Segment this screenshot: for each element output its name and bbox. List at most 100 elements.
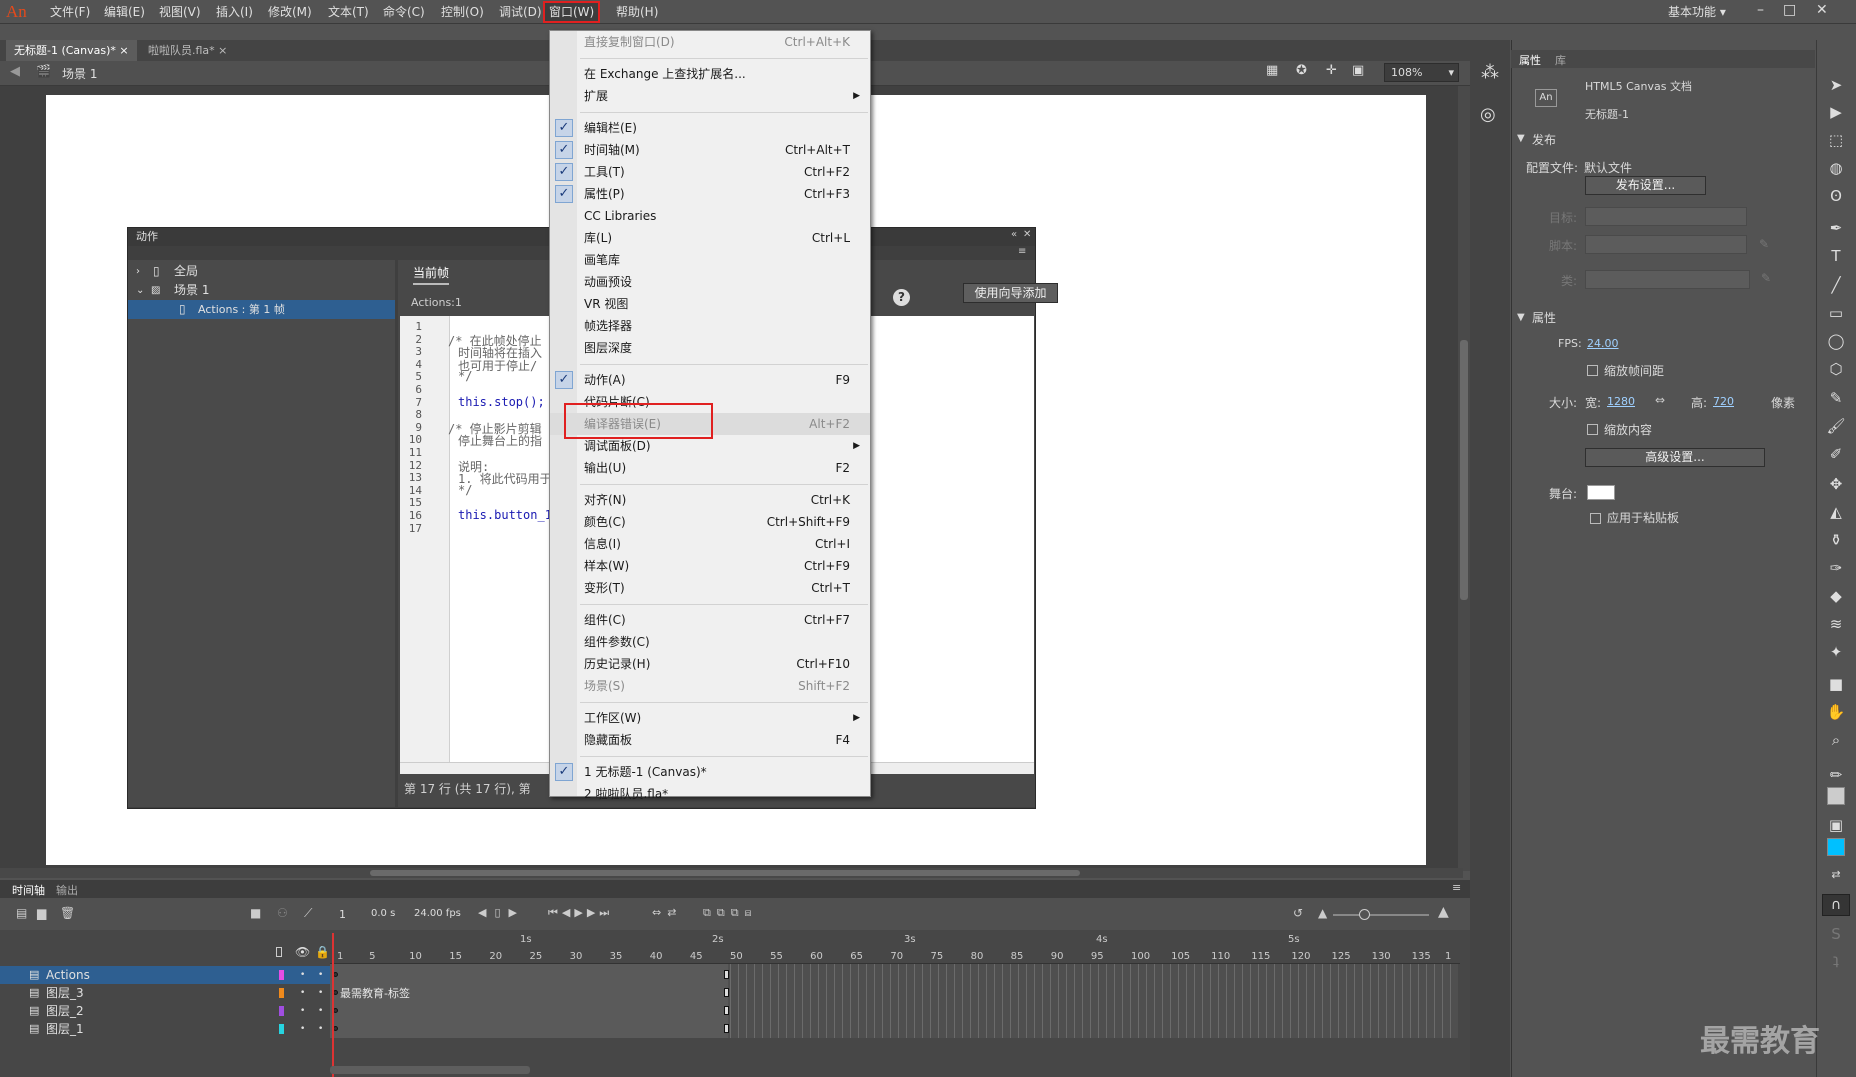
paint-bucket-icon[interactable]: ◭ — [1826, 502, 1846, 522]
timeline-layer[interactable]: ▤ 图层_1 • • — [0, 1020, 330, 1038]
back-arrow-icon[interactable]: ◀ — [10, 64, 20, 79]
menu-window[interactable]: 窗口(W) — [543, 1, 601, 23]
snap-magnet-icon[interactable]: ∩ — [1822, 894, 1850, 916]
loop-controls[interactable]: ⇔⇄ — [652, 906, 682, 919]
graph-icon[interactable]: ⟋ — [304, 906, 312, 921]
fill-color-icon[interactable]: ▣ — [1826, 815, 1846, 835]
close-icon[interactable]: × — [119, 44, 128, 57]
menu-insert[interactable]: 插入(I) — [216, 0, 253, 24]
help-icon[interactable]: ? — [893, 289, 910, 306]
menu-item[interactable]: CC Libraries — [550, 205, 870, 227]
edit-symbols-icon[interactable]: ✪ — [1296, 63, 1307, 78]
lock-dot-icon[interactable]: • — [318, 966, 323, 984]
rectangle-tool-icon[interactable]: ▭ — [1826, 303, 1846, 323]
delete-icon[interactable]: 🗑 — [60, 906, 75, 920]
menu-item[interactable]: 历史记录(H) Ctrl+F10 — [550, 653, 870, 675]
polystar-tool-icon[interactable]: ⬡ — [1826, 359, 1846, 379]
menu-item[interactable]: 输出(U) F2 — [550, 457, 870, 479]
menu-text[interactable]: 文本(T) — [328, 0, 369, 24]
stroke-color-swatch[interactable] — [1827, 787, 1845, 805]
menu-file[interactable]: 文件(F) — [50, 0, 90, 24]
doc-tab-active[interactable]: 无标题-1 (Canvas)* × — [6, 40, 137, 61]
line-tool-icon[interactable]: ╱ — [1826, 275, 1846, 295]
lasso-icon[interactable]: ʘ — [1826, 186, 1846, 206]
class-field[interactable] — [1585, 270, 1750, 289]
link-icon[interactable]: ⇔ — [1655, 393, 1665, 407]
subselection-tool-icon[interactable]: ▶ — [1826, 102, 1846, 122]
parent-icon[interactable]: ⚇ — [277, 906, 288, 920]
menu-item[interactable]: 隐藏面板 F4 — [550, 729, 870, 751]
zoom-tool-icon[interactable]: ⌕ — [1826, 730, 1846, 750]
section-publish[interactable]: 发布 — [1532, 131, 1556, 148]
visibility-dot-icon[interactable]: • — [300, 966, 305, 984]
add-using-wizard-button[interactable]: 使用向导添加 — [963, 283, 1058, 303]
menu-edit[interactable]: 编辑(E) — [104, 0, 145, 24]
menu-commands[interactable]: 命令(C) — [383, 0, 425, 24]
end-frame-marker[interactable] — [724, 1024, 729, 1033]
asset-warp-icon[interactable]: ✦ — [1826, 642, 1846, 662]
section-properties[interactable]: 属性 — [1532, 309, 1556, 326]
cc-libraries-icon[interactable]: ◎ — [1480, 104, 1496, 125]
chevron-down-icon[interactable]: ⌄ — [136, 281, 144, 300]
menu-item[interactable]: 组件(C) Ctrl+F7 — [550, 609, 870, 631]
horizontal-scroll-thumb[interactable] — [370, 870, 1080, 876]
panel-menu-icon[interactable]: ≡ — [1452, 881, 1461, 894]
apply-pasteboard-checkbox[interactable] — [1590, 513, 1601, 524]
new-folder-icon[interactable]: ▆ — [37, 906, 46, 920]
vertical-scroll-thumb[interactable] — [1460, 340, 1468, 600]
workspace-switcher[interactable]: 基本功能 ▾ — [1668, 0, 1726, 24]
stage-color-swatch[interactable] — [1587, 485, 1615, 500]
smooth-icon[interactable]: S — [1826, 924, 1846, 944]
close-icon[interactable]: ✕ — [1023, 229, 1031, 240]
end-frame-marker[interactable] — [724, 1006, 729, 1015]
menu-item[interactable]: 动画预设 — [550, 271, 870, 293]
close-icon[interactable]: ✕ — [1816, 2, 1828, 18]
width-value[interactable]: 1280 — [1607, 395, 1635, 408]
new-layer-icon[interactable]: ▤ — [16, 906, 27, 920]
menu-item[interactable]: 库(L) Ctrl+L — [550, 227, 870, 249]
layer-color-swatch[interactable] — [279, 988, 284, 998]
layer-color-swatch[interactable] — [279, 970, 284, 980]
center-stage-icon[interactable]: ✛ — [1326, 63, 1337, 78]
menu-item[interactable]: 对齐(N) Ctrl+K — [550, 489, 870, 511]
doc-tab[interactable]: 啦啦队员.fla* × — [140, 40, 235, 61]
menu-item[interactable]: 帧选择器 — [550, 315, 870, 337]
caret-down-icon[interactable]: ▼ — [1517, 312, 1525, 323]
onion-controls[interactable]: ◀▯▶ — [478, 906, 525, 919]
lock-dot-icon[interactable]: • — [318, 1002, 323, 1020]
menu-item[interactable]: 在 Exchange 上查找扩展名... — [550, 63, 870, 85]
menu-item[interactable]: 工作区(W) ▶ — [550, 707, 870, 729]
layer-color-swatch[interactable] — [279, 1006, 284, 1016]
onion-skin-icons[interactable]: ⧉⧉⧉⧈ — [703, 906, 758, 920]
zoom-slider-thumb[interactable] — [1359, 909, 1370, 920]
menu-item[interactable]: VR 视图 — [550, 293, 870, 315]
edit-class-icon[interactable]: ✎ — [1761, 271, 1771, 285]
tab-library[interactable]: 库 — [1555, 52, 1566, 68]
brush-tool-icon[interactable]: ✐ — [1826, 444, 1846, 464]
fill-color-swatch[interactable] — [1827, 838, 1845, 856]
selection-tool-icon[interactable]: ➤ — [1826, 75, 1846, 95]
bone-tool-icon[interactable]: ✥ — [1826, 474, 1846, 494]
publish-settings-button[interactable]: 发布设置... — [1585, 176, 1706, 195]
visibility-dot-icon[interactable]: • — [300, 984, 305, 1002]
edit-scene-icon[interactable]: ▦ — [1266, 63, 1278, 78]
menu-item[interactable]: 图层深度 — [550, 337, 870, 359]
timeline-scrollbar[interactable] — [330, 1066, 530, 1074]
end-frame-marker[interactable] — [724, 988, 729, 997]
height-value[interactable]: 720 — [1713, 395, 1734, 408]
tree-item-actions-frame[interactable]: ▯ Actions : 第 1 帧 — [128, 300, 395, 319]
chevron-right-icon[interactable]: › — [136, 262, 140, 281]
stroke-color-icon[interactable]: ✏ — [1826, 765, 1846, 785]
lock-dot-icon[interactable]: • — [318, 984, 323, 1002]
center-frame-icon[interactable]: ↺ — [1293, 906, 1303, 920]
playback-controls[interactable]: ⏮◀▶▶⏭ — [548, 906, 613, 920]
frame-span[interactable] — [330, 964, 728, 1038]
menu-item[interactable]: ✓ 动作(A) F9 — [550, 369, 870, 391]
lock-dot-icon[interactable]: • — [318, 1020, 323, 1038]
menu-modify[interactable]: 修改(M) — [268, 0, 312, 24]
tab-current-frame[interactable]: 当前帧 — [413, 264, 450, 285]
elapsed-time[interactable]: 0.0 s — [371, 908, 395, 919]
frame-rate[interactable]: 24.00 fps — [414, 908, 461, 919]
timeline-zoom-slider[interactable] — [1333, 914, 1429, 916]
menu-item[interactable]: ✓ 时间轴(M) Ctrl+Alt+T — [550, 139, 870, 161]
